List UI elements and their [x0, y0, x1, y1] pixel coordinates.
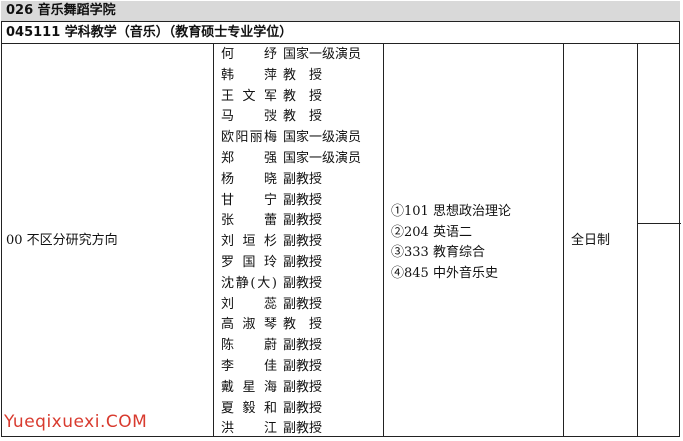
supervisor-title: 副教授: [283, 358, 323, 374]
supervisor-title: 教授: [283, 317, 336, 333]
supervisor-list: 何 纾国家一级演员韩 萍教授 王文军 教授马 弢教授 欧阳丽梅 国家一级演员郑 强国家一…: [221, 45, 381, 440]
supervisor-name: 高淑琴: [221, 317, 277, 333]
supervisor-row: 王文军 教授: [221, 87, 381, 108]
supervisor-title: 副教授: [283, 296, 323, 312]
supervisor-name: 马 弢: [221, 109, 277, 125]
supervisor-row: 甘 宁副教授: [221, 191, 381, 212]
supervisor-name: 夏毅和: [221, 400, 277, 416]
supervisor-name: 甘 宁: [221, 192, 277, 208]
supervisor-title: 教授: [283, 109, 336, 125]
supervisor-name: 刘 蕊: [221, 296, 277, 312]
supervisor-title: 副教授: [283, 234, 323, 250]
supervisor-title: 教授: [283, 88, 336, 104]
exam-subject: ④845 中外音乐史: [391, 265, 498, 281]
supervisor-row: 何 纾国家一级演员: [221, 45, 381, 66]
supervisor-name: 张 蕾: [221, 213, 277, 229]
supervisor-name: 郑 强: [221, 150, 277, 166]
supervisor-title: 国家一级演员: [283, 47, 362, 62]
column-divider: [563, 44, 564, 437]
supervisor-title: 教授: [283, 67, 336, 83]
supervisor-name: 杨 晓: [221, 171, 277, 187]
supervisor-name: 欧阳丽梅: [221, 130, 277, 146]
supervisor-name: 何 纾: [221, 47, 277, 62]
supervisor-name: 刘垣杉: [221, 234, 277, 250]
college-title: 026 音乐舞蹈学院: [6, 3, 116, 18]
supervisor-row: 杨 晓副教授: [221, 170, 381, 191]
supervisor-name: 戴星海: [221, 379, 277, 395]
supervisor-name: 沈静(大): [221, 275, 277, 291]
supervisor-title: 副教授: [283, 421, 323, 437]
column-divider: [383, 44, 384, 437]
column-divider: [213, 44, 214, 437]
supervisor-row: 高淑琴 教授: [221, 315, 381, 336]
supervisor-name: 洪 江: [221, 421, 277, 437]
research-direction: 00 不区分研究方向: [6, 233, 118, 248]
supervisor-row: 刘 蕊副教授: [221, 295, 381, 316]
column-divider: [637, 44, 638, 437]
college-header: 026 音乐舞蹈学院: [1, 1, 680, 22]
watermark-text: Yueqixuexi.COM: [4, 412, 148, 432]
major-title: 045111 学科教学（音乐）（教育硕士专业学位）: [6, 25, 293, 40]
supervisor-row: 刘垣杉 副教授: [221, 232, 381, 253]
supervisor-title: 副教授: [283, 171, 323, 187]
supervisor-row: 罗国玲 副教授: [221, 253, 381, 274]
supervisor-title: 副教授: [283, 213, 323, 229]
supervisor-title: 国家一级演员: [283, 130, 362, 146]
exam-subjects: ①101 思想政治理论 ②204 英语二 ③333 教育综合 ④845 中外音乐史: [391, 202, 561, 284]
major-header: 045111 学科教学（音乐）（教育硕士专业学位）: [1, 22, 680, 44]
supervisor-row: 洪 江副教授: [221, 419, 381, 440]
supervisor-name: 韩 萍: [221, 67, 277, 83]
supervisor-title: 副教授: [283, 338, 323, 354]
supervisor-row: 沈静(大) 副教授: [221, 274, 381, 295]
supervisor-title: 副教授: [283, 254, 323, 270]
supervisor-row: 陈 蔚副教授: [221, 336, 381, 357]
supervisor-title: 副教授: [283, 192, 323, 208]
exam-subject: ①101 思想政治理论: [391, 204, 511, 219]
supervisor-row: 马 弢教授: [221, 107, 381, 128]
supervisor-row: 欧阳丽梅 国家一级演员: [221, 128, 381, 149]
supervisor-title: 国家一级演员: [283, 150, 362, 166]
supervisor-row: 郑 强国家一级演员: [221, 149, 381, 170]
supervisor-name: 罗国玲: [221, 254, 277, 270]
supervisor-row: 戴星海 副教授: [221, 378, 381, 399]
exam-subject: ③333 教育综合: [391, 245, 485, 260]
supervisor-row: 夏毅和 副教授: [221, 399, 381, 420]
study-mode: 全日制: [571, 233, 611, 248]
supervisor-row: 李 佳副教授: [221, 357, 381, 378]
supervisor-name: 陈 蔚: [221, 338, 277, 354]
row-divider: [637, 223, 681, 224]
supervisor-name: 李 佳: [221, 358, 277, 374]
supervisor-title: 副教授: [283, 275, 323, 291]
supervisor-title: 副教授: [283, 400, 323, 416]
supervisor-title: 副教授: [283, 379, 323, 395]
supervisor-name: 王文军: [221, 88, 277, 104]
supervisor-row: 韩 萍教授: [221, 66, 381, 87]
exam-subject: ②204 英语二: [391, 224, 472, 240]
supervisor-row: 张 蕾副教授: [221, 211, 381, 232]
